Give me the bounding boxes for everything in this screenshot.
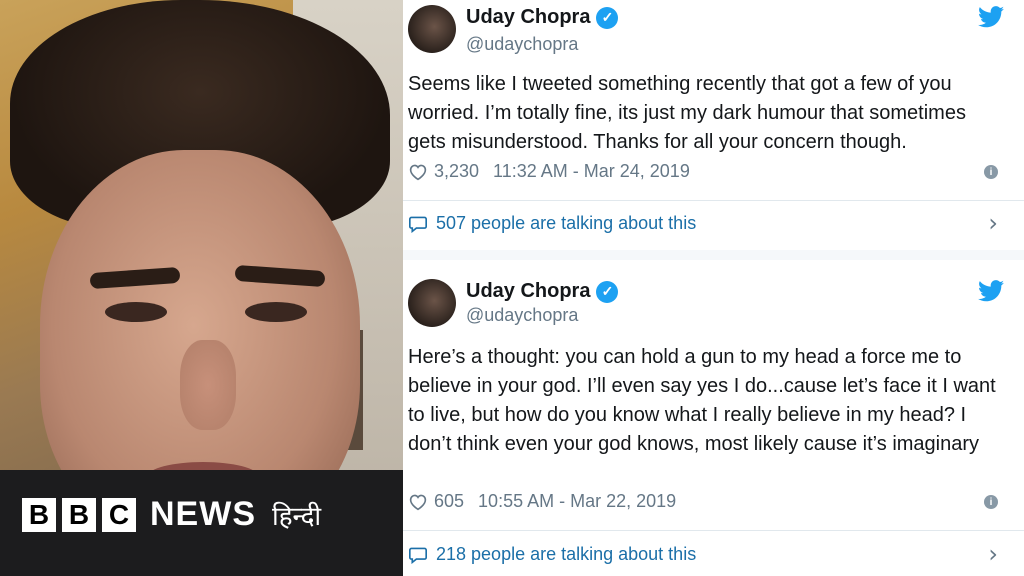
speech-bubble-icon: [409, 216, 427, 233]
tweet-separator: [403, 250, 1024, 260]
like-count[interactable]: 3,230: [408, 161, 479, 182]
author-name: Uday Chopra: [466, 6, 591, 28]
info-icon[interactable]: i: [984, 495, 998, 509]
twitter-bird-icon[interactable]: [978, 280, 1004, 302]
tweet-timestamp[interactable]: 10:55 AM - Mar 22, 2019: [478, 491, 676, 512]
chevron-right-icon[interactable]: ›: [988, 540, 998, 568]
like-count[interactable]: 605: [408, 491, 464, 512]
author-handle[interactable]: @udaychopra: [466, 305, 578, 326]
bbc-news-hindi-logo: B B C NEWS हिन्दी: [22, 495, 321, 534]
logo-block-b2: B: [62, 497, 96, 532]
tweet-timestamp[interactable]: 11:32 AM - Mar 24, 2019: [493, 161, 690, 182]
twitter-bird-icon[interactable]: [978, 6, 1004, 28]
tweets-panel: Uday Chopra ✓ @udaychopra Seems like I t…: [403, 0, 1024, 576]
divider: [403, 200, 1024, 201]
heart-icon: [409, 164, 427, 180]
tweet-meta: 3,230 11:32 AM - Mar 24, 2019: [408, 161, 690, 182]
divider: [403, 530, 1024, 531]
avatar[interactable]: [408, 5, 456, 53]
tweet-card: Uday Chopra ✓ @udaychopra Here’s a thoug…: [403, 274, 1024, 576]
author-name: Uday Chopra: [466, 280, 591, 302]
like-count-text: 3,230: [434, 161, 480, 181]
heart-icon: [409, 494, 427, 510]
talking-link[interactable]: 507 people are talking about this: [408, 213, 696, 234]
tweet-text: Seems like I tweeted something recently …: [408, 73, 966, 153]
tweet-card: Uday Chopra ✓ @udaychopra Seems like I t…: [403, 0, 1024, 250]
speech-bubble-icon: [409, 547, 427, 564]
logo-block-b1: B: [22, 497, 56, 532]
left-eye: [105, 302, 167, 322]
right-eye: [245, 302, 307, 322]
logo-news-text: NEWS: [150, 495, 256, 533]
author-handle[interactable]: @udaychopra: [466, 34, 578, 55]
left-eyebrow: [89, 266, 181, 290]
tweet-author[interactable]: Uday Chopra ✓: [466, 280, 619, 303]
talking-text: 218 people are talking about this: [436, 544, 697, 564]
verified-badge-icon: ✓: [596, 6, 619, 29]
info-icon[interactable]: i: [984, 165, 998, 179]
like-count-text: 605: [434, 491, 465, 511]
right-eyebrow: [234, 264, 326, 288]
logo-block-c: C: [102, 497, 136, 532]
person-photo: B B C NEWS हिन्दी: [0, 0, 403, 576]
tweet-meta: 605 10:55 AM - Mar 22, 2019: [408, 491, 676, 512]
logo-language-text: हिन्दी: [272, 501, 322, 532]
talking-link[interactable]: 218 people are talking about this: [408, 544, 696, 565]
tweet-text: Here’s a thought: you can hold a gun to …: [408, 346, 996, 455]
chevron-right-icon[interactable]: ›: [988, 209, 998, 237]
avatar[interactable]: [408, 279, 456, 327]
tweet-author[interactable]: Uday Chopra ✓: [466, 6, 619, 29]
talking-text: 507 people are talking about this: [436, 213, 697, 233]
verified-badge-icon: ✓: [596, 280, 619, 303]
nose: [180, 340, 236, 430]
